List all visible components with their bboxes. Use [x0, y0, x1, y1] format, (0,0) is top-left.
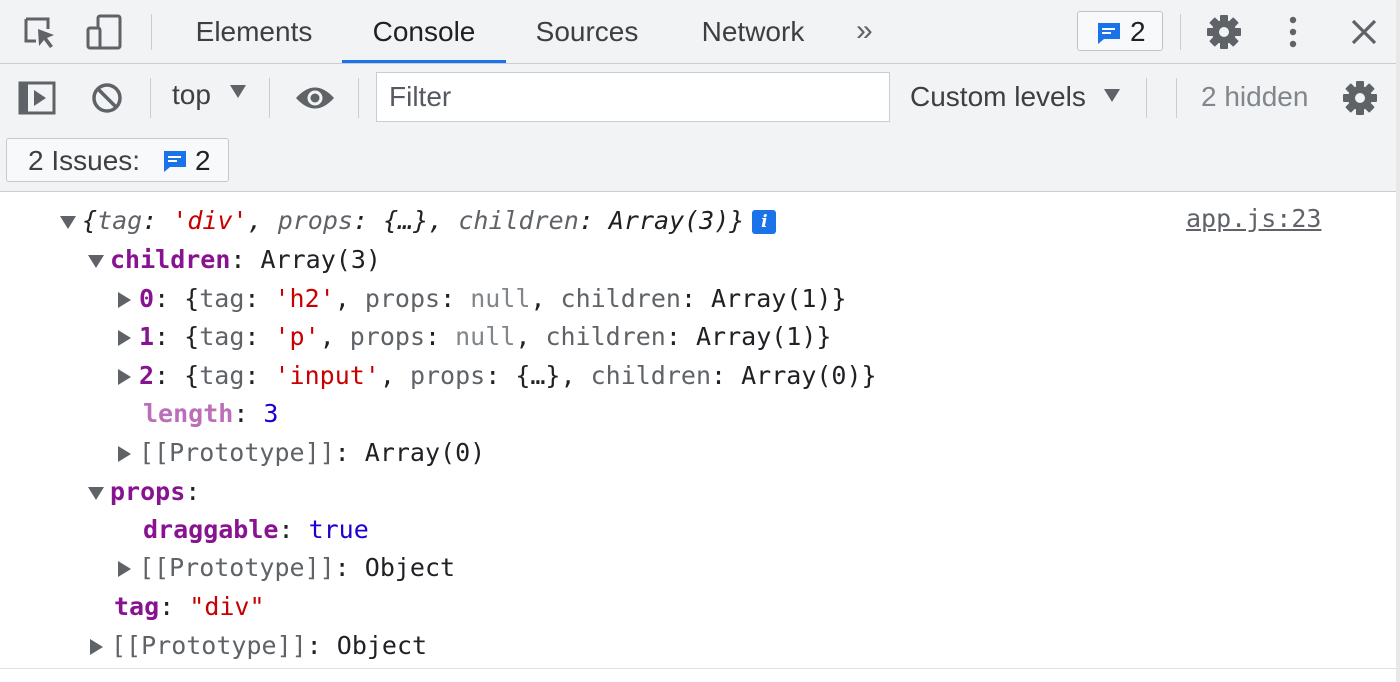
- property-value: {…}: [515, 361, 561, 390]
- panel-edge: [1396, 0, 1400, 682]
- tree-row-root-prototype[interactable]: [[Prototype]]: Object: [90, 628, 427, 664]
- more-tabs-button[interactable]: »: [856, 14, 873, 48]
- devtools-tabbar: Elements Console Sources Network » 2: [0, 0, 1400, 64]
- console-output: app.js:23 {tag: 'div', props: {…}, child…: [0, 192, 1400, 668]
- property-value: null: [455, 322, 516, 351]
- gear-icon[interactable]: [1206, 14, 1242, 55]
- clear-console-icon[interactable]: [90, 81, 124, 120]
- message-icon: [162, 149, 188, 178]
- property-value: Array(0): [364, 438, 486, 467]
- property-value: 'input': [274, 361, 380, 390]
- inspect-element-icon[interactable]: [22, 15, 58, 56]
- tree-row-children[interactable]: children: Array(3): [88, 242, 381, 278]
- toolbar-divider: [150, 78, 151, 118]
- tree-row-length: length: 3: [143, 399, 279, 428]
- property-key: 1: [139, 322, 155, 351]
- property-value: Object: [364, 553, 456, 582]
- tree-row-item-1[interactable]: 1: {tag: 'p', props: null, children: Arr…: [118, 319, 831, 355]
- eye-icon[interactable]: [294, 85, 336, 116]
- summary-value: {…}: [383, 206, 429, 235]
- property-key: props: [110, 477, 186, 506]
- expanded-arrow-icon[interactable]: [60, 215, 76, 229]
- tab-network[interactable]: Network: [684, 0, 822, 63]
- collapsed-arrow-icon[interactable]: [118, 330, 131, 346]
- toolbar-divider: [1176, 78, 1177, 118]
- toolbar-divider: [358, 78, 359, 118]
- collapsed-arrow-icon[interactable]: [118, 292, 131, 308]
- toolbar-divider: [151, 14, 152, 50]
- tree-row-array-prototype[interactable]: [[Prototype]]: Array(0): [118, 435, 485, 471]
- filter-input[interactable]: [376, 72, 890, 122]
- summary-value: Array(3): [608, 206, 730, 235]
- property-value: Array(1): [711, 284, 832, 313]
- property-value: null: [470, 284, 531, 313]
- summary-key: children: [458, 206, 579, 235]
- active-tab-indicator: [342, 60, 506, 63]
- property-key: [[Prototype]]: [111, 631, 307, 660]
- tab-console[interactable]: Console: [342, 0, 506, 63]
- property-key: length: [143, 399, 234, 428]
- console-toolbar: top Custom levels 2 hidden: [0, 64, 1400, 132]
- show-sidebar-icon[interactable]: [18, 80, 56, 121]
- collapsed-arrow-icon[interactable]: [118, 561, 131, 577]
- tree-row-props[interactable]: props:: [88, 474, 200, 510]
- summary-value: 'div': [172, 206, 248, 235]
- property-value: Object: [336, 631, 428, 660]
- property-key: tag: [114, 592, 160, 621]
- issues-count: 2: [1130, 16, 1146, 47]
- property-value: Array(1): [695, 322, 817, 351]
- tree-row-tag: tag: "div": [114, 592, 265, 621]
- expanded-arrow-icon[interactable]: [88, 254, 104, 268]
- property-value: 'h2': [274, 284, 335, 313]
- tree-row-item-0[interactable]: 0: {tag: 'h2', props: null, children: Ar…: [118, 281, 847, 317]
- summary-key: tag: [97, 206, 143, 235]
- property-key: [[Prototype]]: [139, 438, 335, 467]
- collapsed-arrow-icon[interactable]: [118, 369, 131, 385]
- context-selector[interactable]: top: [172, 79, 211, 111]
- issues-label: 2 Issues:: [28, 145, 141, 176]
- issues-button[interactable]: 2 Issues: 2: [6, 138, 229, 182]
- expanded-arrow-icon[interactable]: [88, 486, 104, 500]
- console-settings-gear-icon[interactable]: [1342, 80, 1378, 121]
- kebab-menu-icon[interactable]: [1285, 14, 1301, 55]
- property-key: [[Prototype]]: [139, 553, 335, 582]
- collapsed-arrow-icon[interactable]: [118, 446, 131, 462]
- toolbar-divider: [269, 78, 270, 118]
- tree-row-object-prototype[interactable]: [[Prototype]]: Object: [118, 550, 455, 586]
- object-summary-row[interactable]: {tag: 'div', props: {…}, children: Array…: [60, 203, 777, 239]
- tab-elements[interactable]: Elements: [180, 0, 328, 63]
- property-key: draggable: [143, 515, 279, 544]
- property-value: 'p': [274, 322, 320, 351]
- issues-count: 2: [195, 145, 211, 176]
- chevron-down-icon[interactable]: [1104, 89, 1120, 102]
- property-value: true: [308, 515, 369, 544]
- property-value: Array(3): [260, 245, 381, 274]
- tree-row-item-2[interactable]: 2: {tag: 'input', props: {…}, children: …: [118, 358, 877, 394]
- info-icon[interactable]: i: [752, 210, 777, 234]
- console-message-divider: [0, 668, 1400, 669]
- close-icon[interactable]: [1350, 18, 1378, 51]
- property-value: "div": [189, 592, 265, 621]
- device-toolbar-icon[interactable]: [86, 13, 124, 56]
- summary-key: props: [277, 206, 353, 235]
- toolbar-divider: [1180, 14, 1181, 50]
- summary-close: }: [729, 206, 745, 235]
- hidden-messages-count: 2 hidden: [1201, 81, 1309, 112]
- property-value: Array(0): [741, 361, 862, 390]
- tree-row-draggable: draggable: true: [143, 515, 369, 544]
- source-link[interactable]: app.js:23: [1186, 204, 1321, 233]
- message-icon: [1096, 21, 1122, 50]
- tab-sources[interactable]: Sources: [520, 0, 654, 63]
- property-key: children: [110, 245, 231, 274]
- issues-bar: 2 Issues: 2: [0, 132, 1400, 192]
- summary-open: {: [82, 206, 98, 235]
- log-levels-dropdown[interactable]: Custom levels: [910, 81, 1086, 113]
- toolbar-divider: [1146, 78, 1147, 118]
- issues-counter-button[interactable]: 2: [1077, 11, 1163, 51]
- chevron-down-icon[interactable]: [230, 85, 246, 98]
- property-key: 0: [139, 284, 155, 313]
- collapsed-arrow-icon[interactable]: [90, 639, 103, 655]
- property-value: 3: [263, 399, 279, 428]
- property-key: 2: [139, 361, 155, 390]
